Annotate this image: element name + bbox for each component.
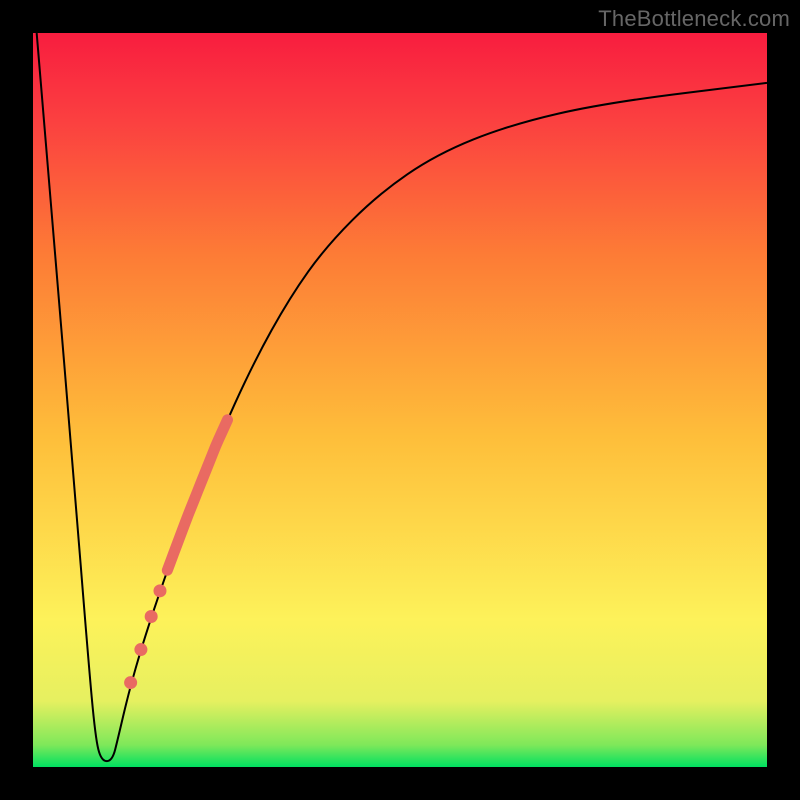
chart-frame: TheBottleneck.com	[0, 0, 800, 800]
highlight-dot	[124, 676, 137, 689]
chart-svg	[33, 33, 767, 767]
plot-area	[33, 33, 767, 767]
highlight-dot	[134, 643, 147, 656]
watermark-text: TheBottleneck.com	[598, 6, 790, 32]
gradient-background	[33, 33, 767, 767]
highlight-dot	[145, 610, 158, 623]
highlight-dot	[153, 584, 166, 597]
